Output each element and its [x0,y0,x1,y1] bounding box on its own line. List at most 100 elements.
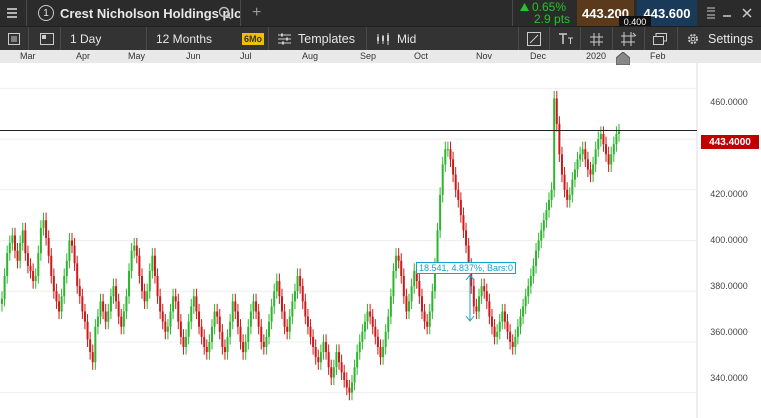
text-tool-icon[interactable] [558,27,574,51]
candle-body [65,260,68,276]
candle-body [332,367,335,378]
candle-body [358,341,361,353]
candle-body [11,235,14,244]
candle-body [423,311,426,322]
candle-body [172,296,175,312]
candle-body [138,255,141,276]
candle-body [405,296,408,312]
candle-body [579,154,582,160]
templates-icon[interactable] [278,27,291,51]
price-type-select[interactable]: Mid [397,27,416,51]
candle-body [540,230,543,241]
range-badge[interactable]: 6Mo [242,27,264,51]
close-icon[interactable] [742,0,752,26]
interval-select[interactable]: 1 Day [70,27,101,51]
up-arrow-icon [520,3,529,11]
candle-body [395,255,398,271]
candle-body [262,341,265,347]
candle-body [63,276,66,297]
candle-body [522,306,525,317]
candle-body [32,270,35,282]
candle-body [389,296,392,317]
chart-toolbar: 1 Day 12 Months 6Mo Templates Mid Settin… [0,26,761,51]
candle-body [252,301,255,312]
candle-body [566,189,569,200]
candle-body [42,220,45,228]
candle-body [338,352,341,363]
settings-button[interactable]: Settings [708,27,753,51]
list-icon[interactable] [8,27,20,51]
candle-body [234,301,237,312]
candle-body [226,336,229,353]
candle-body [444,149,447,165]
candle-body [122,311,125,327]
candle-body [592,164,595,175]
candle-body [392,270,395,297]
candle-body [493,326,496,337]
candle-body [174,296,177,302]
candle-body [130,250,133,271]
candle-body [371,316,374,327]
layout-icon[interactable] [40,27,54,51]
candle-body [205,347,208,353]
candle-body [94,326,97,363]
draw-tool-icon[interactable] [527,27,541,51]
candle-body [283,311,286,327]
candle-body [478,296,481,312]
candle-body [3,276,6,299]
candle-body [260,326,263,342]
candle-body [465,230,468,246]
candle-body [301,286,304,302]
candle-body [459,199,462,216]
window-icon[interactable] [653,27,667,51]
candlestick-plot[interactable] [0,63,761,418]
month-label: Dec [530,51,547,61]
candle-body [550,189,553,200]
candle-body [449,149,452,160]
month-label: Sep [360,51,377,61]
candle-body [239,326,242,342]
candle-body [545,210,548,221]
candle-body [366,311,369,322]
crosshair-icon[interactable] [621,27,637,51]
candle-body [304,301,307,317]
instrument-name[interactable]: Crest Nicholson Holdings plc [60,0,241,26]
candle-body [516,326,519,337]
measure-annotation[interactable]: 18.541, 4.837%, Bars:0 [416,262,517,274]
gear-icon[interactable] [686,27,700,51]
candle-body [96,316,99,327]
add-tab-button[interactable]: + [252,0,261,26]
menu-icon[interactable] [6,0,18,26]
candle-body [431,291,434,312]
candle-body [369,311,372,317]
candle-body [156,276,159,297]
candle-body [615,134,618,145]
y-axis-label: 420.0000 [710,189,748,199]
templates-button[interactable]: Templates [298,27,355,51]
candle-body [503,311,506,322]
candle-body [506,321,509,332]
candle-body [273,291,276,307]
swap-icon[interactable] [706,0,716,26]
candlestick-icon[interactable] [376,27,392,51]
candle-body [29,265,32,271]
search-icon[interactable] [218,0,232,26]
range-select[interactable]: 12 Months [156,27,212,51]
candle-body [70,240,73,246]
candle-body [13,235,16,251]
candle-body [532,265,535,276]
candle-body [223,347,226,353]
candle-body [542,220,545,231]
y-axis-label: 400.0000 [710,235,748,245]
candle-body [597,139,600,150]
candle-body [229,321,232,337]
candle-body [265,336,268,347]
candle-body [485,291,488,302]
candle-body [325,341,328,353]
candle-body [109,296,112,312]
candle-body [115,286,118,302]
minimize-icon[interactable] [722,0,732,26]
grid-icon[interactable] [590,27,603,51]
price-chart[interactable]: 460.0000 420.0000 400.0000 380.0000 360.… [0,63,761,418]
y-axis-label: 380.0000 [710,281,748,291]
